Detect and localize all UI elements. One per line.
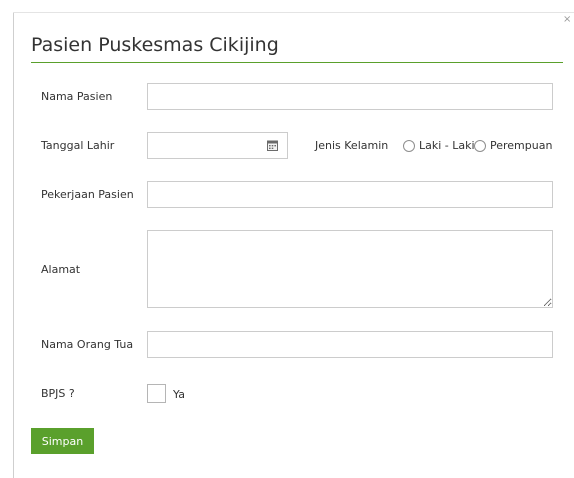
bpjs-option-label: Ya: [173, 388, 185, 401]
calendar-button[interactable]: [257, 132, 288, 159]
gender-option-perempuan-label: Perempuan: [490, 139, 553, 152]
bpjs-label: BPJS ?: [41, 387, 75, 400]
jenis-kelamin-label: Jenis Kelamin: [315, 139, 389, 152]
nama-pasien-label: Nama Pasien: [41, 90, 113, 103]
alamat-textarea[interactable]: [147, 230, 553, 308]
nama-pasien-input[interactable]: [147, 83, 553, 110]
dialog-left-border: [13, 12, 14, 478]
tanggal-lahir-input[interactable]: [147, 132, 258, 159]
close-icon[interactable]: ×: [563, 14, 571, 26]
pekerjaan-pasien-input[interactable]: [147, 181, 553, 208]
nama-orang-tua-label: Nama Orang Tua: [41, 338, 134, 351]
title-divider: [31, 62, 563, 63]
bpjs-checkbox[interactable]: [147, 384, 166, 403]
nama-orang-tua-input[interactable]: [147, 331, 553, 358]
calendar-icon: [266, 140, 278, 151]
dialog-title: Pasien Puskesmas Cikijing: [31, 34, 279, 56]
gender-option-laki-label: Laki - Laki: [419, 139, 475, 152]
dialog-top-border: [13, 12, 574, 13]
gender-radio-laki[interactable]: [403, 140, 415, 152]
gender-radio-perempuan[interactable]: [474, 140, 486, 152]
tanggal-lahir-label: Tanggal Lahir: [41, 139, 115, 152]
alamat-label: Alamat: [41, 263, 81, 276]
simpan-button[interactable]: Simpan: [31, 428, 94, 454]
pekerjaan-pasien-label: Pekerjaan Pasien: [41, 188, 134, 201]
